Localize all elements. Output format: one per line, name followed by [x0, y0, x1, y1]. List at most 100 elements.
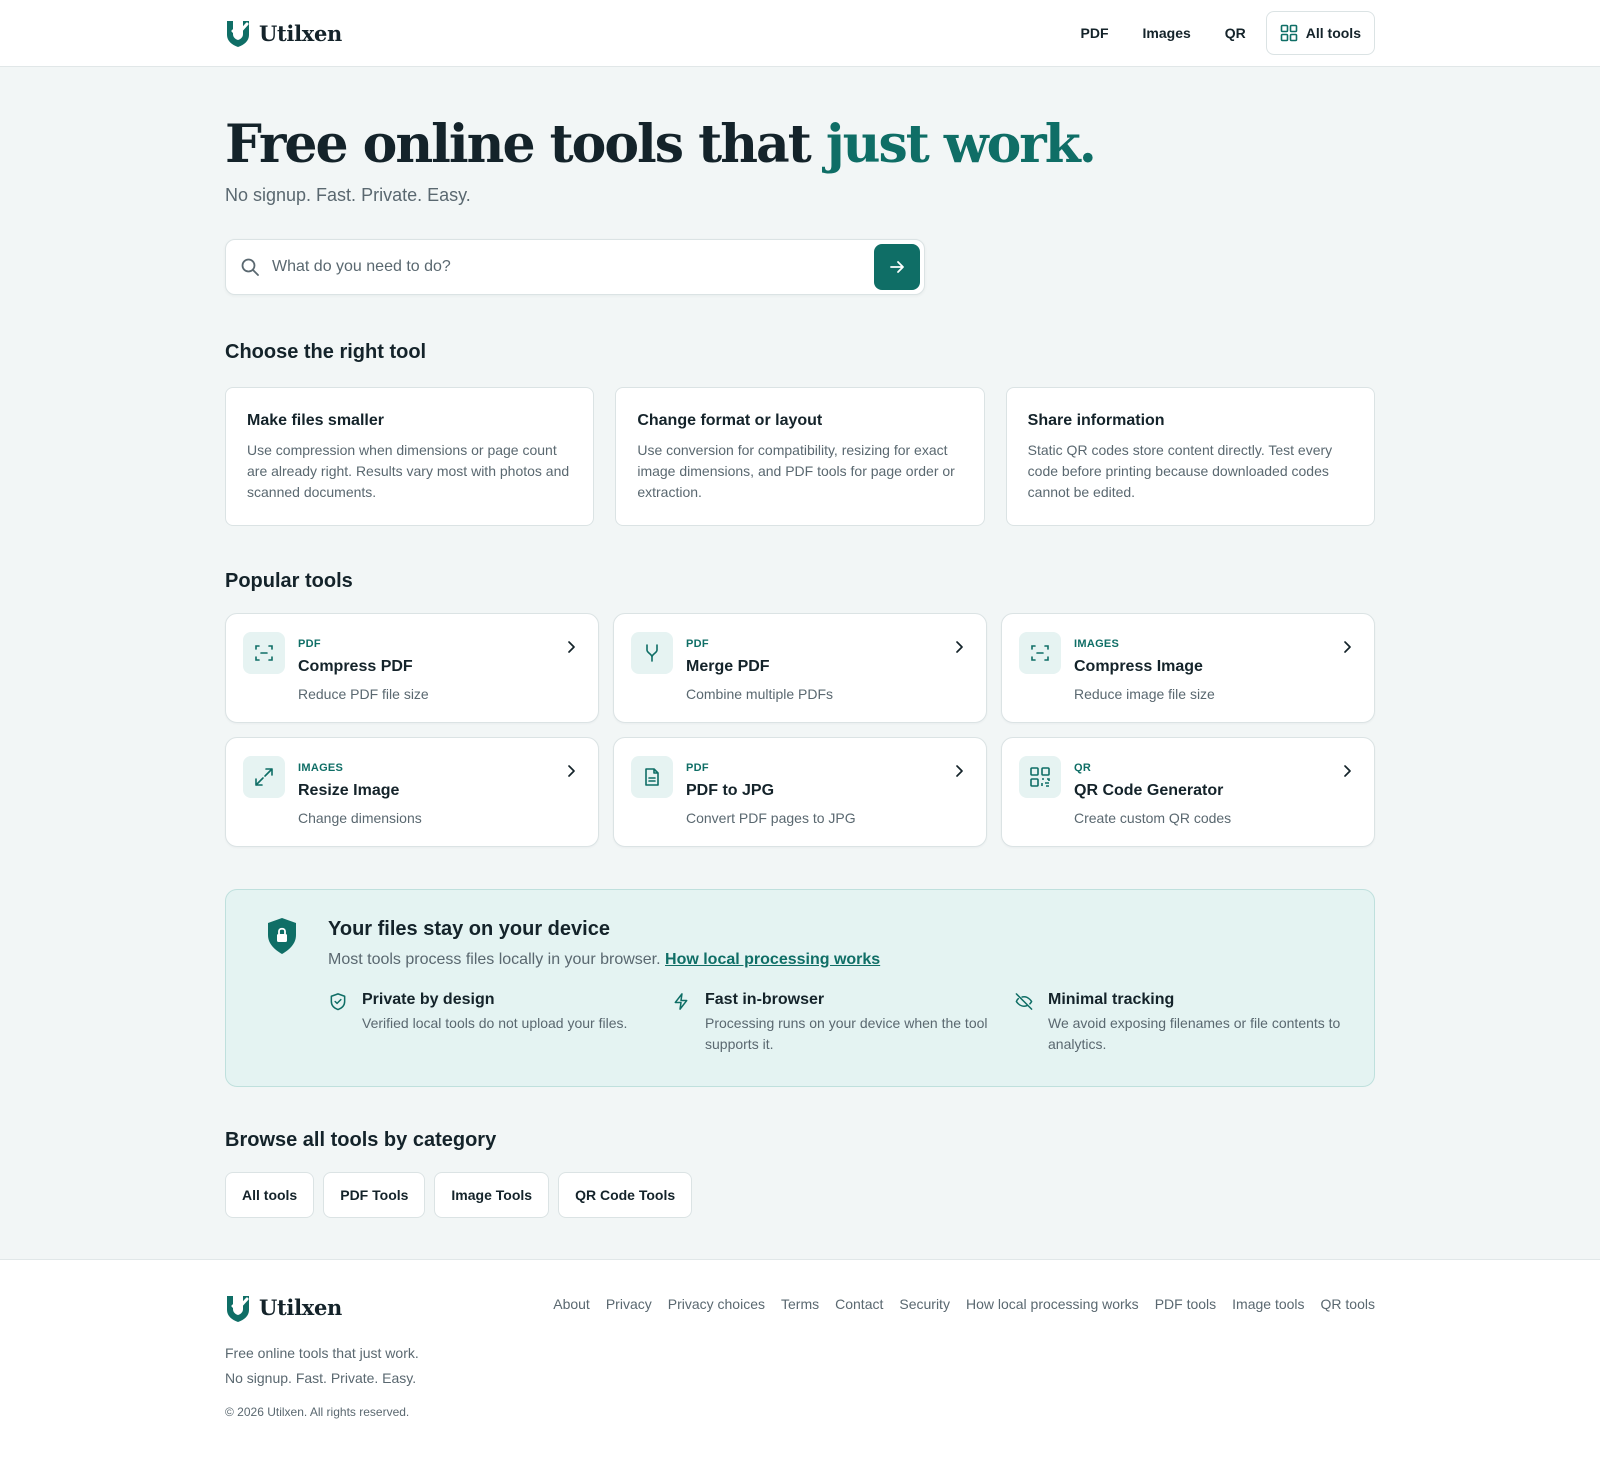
choose-card: Change format or layout Use conversion f…: [615, 386, 985, 526]
search-submit-button[interactable]: [874, 243, 920, 290]
footer-links: About Privacy Privacy choices Terms Cont…: [553, 1296, 1375, 1419]
choose-card: Make files smaller Use compression when …: [225, 386, 595, 526]
hero-title-accent: just work.: [825, 114, 1097, 175]
tool-card-resize-image[interactable]: IMAGES Resize Image Change dimensions: [225, 736, 599, 847]
chevron-right-icon: [568, 764, 575, 777]
grid-icon: [1280, 24, 1298, 42]
category-all-tools[interactable]: All tools: [225, 1171, 315, 1218]
choose-card-text: Static QR codes store content directly. …: [1027, 441, 1333, 500]
tool-name: Resize Image: [298, 781, 400, 799]
privacy-desc-text: Most tools process files locally in your…: [328, 950, 666, 968]
logo-icon: [227, 21, 249, 47]
logo[interactable]: Utilxen: [225, 18, 342, 48]
tool-category: PDF: [686, 761, 709, 774]
footer-tagline-1: Free online tools that just work.: [225, 1344, 419, 1361]
tool-desc: Convert PDF pages to JPG: [686, 809, 856, 826]
logo-icon: [227, 1295, 249, 1322]
footer-link-image-tools[interactable]: Image tools: [1232, 1296, 1304, 1419]
hero-title: Free online tools that just work.: [225, 115, 1375, 175]
local-processing-link[interactable]: How local processing works: [665, 951, 880, 968]
copyright: © 2026 Utilxen. All rights reserved.: [225, 1404, 410, 1419]
merge-icon: [631, 631, 673, 674]
search-input[interactable]: [260, 257, 874, 276]
shield-check-icon: [330, 992, 346, 1011]
choose-card-title: Make files smaller: [247, 411, 384, 429]
nav-qr[interactable]: QR: [1211, 15, 1260, 51]
tool-name: Merge PDF: [686, 657, 770, 675]
resize-icon: [243, 755, 285, 798]
footer-logo[interactable]: Utilxen: [225, 1293, 419, 1323]
site-header: Utilxen PDF Images QR All tools: [0, 0, 1600, 67]
footer-link-local-processing[interactable]: How local processing works: [966, 1296, 1139, 1419]
tool-desc: Create custom QR codes: [1074, 809, 1232, 826]
hero-title-main: Free online tools that: [225, 114, 826, 175]
shield-lock-icon: [268, 917, 296, 954]
eye-off-icon: [1015, 992, 1033, 1010]
logo-text: Utilxen: [259, 1295, 343, 1321]
footer-link-pdf-tools[interactable]: PDF tools: [1155, 1296, 1216, 1419]
privacy-panel: Your files stay on your device Most tool…: [225, 888, 1375, 1087]
footer-link-contact[interactable]: Contact: [835, 1296, 883, 1419]
feature-title: Fast in-browser: [705, 990, 825, 1008]
feature-title: Private by design: [362, 990, 495, 1008]
chevron-right-icon: [568, 640, 575, 653]
footer-link-privacy[interactable]: Privacy: [606, 1296, 652, 1419]
tool-name: Compress PDF: [298, 657, 413, 675]
search-bar: [225, 238, 925, 295]
tool-desc: Change dimensions: [298, 809, 422, 826]
hero: Free online tools that just work. No sig…: [225, 67, 1375, 295]
popular-heading: Popular tools: [225, 569, 353, 592]
lightning-icon: [674, 992, 688, 1010]
feature-text: Verified local tools do not upload your …: [362, 1014, 628, 1031]
tool-name: Compress Image: [1074, 657, 1203, 675]
category-buttons: All tools PDF Tools Image Tools QR Code …: [225, 1171, 1375, 1218]
footer-link-terms[interactable]: Terms: [781, 1296, 819, 1419]
main-content: Free online tools that just work. No sig…: [225, 67, 1375, 1218]
footer-link-security[interactable]: Security: [899, 1296, 950, 1419]
chevron-right-icon: [956, 764, 963, 777]
privacy-desc: Most tools process files locally in your…: [328, 951, 1357, 969]
site-footer: Utilxen Free online tools that just work…: [0, 1258, 1600, 1470]
arrow-right-icon: [890, 260, 904, 273]
feature-item: Fast in-browser Processing runs on your …: [671, 991, 1014, 1055]
tool-card-compress-image[interactable]: IMAGES Compress Image Reduce image file …: [1001, 612, 1375, 723]
tool-desc: Reduce image file size: [1074, 685, 1215, 702]
all-tools-label: All tools: [1305, 25, 1361, 41]
feature-item: Private by design Verified local tools d…: [328, 991, 671, 1055]
tool-category: IMAGES: [1074, 637, 1120, 650]
nav-images[interactable]: Images: [1129, 15, 1205, 51]
compress-icon: [1019, 631, 1061, 674]
category-qr-tools[interactable]: QR Code Tools: [558, 1171, 693, 1218]
qr-icon: [1019, 755, 1061, 798]
tool-category: PDF: [686, 637, 709, 650]
choose-cards: Make files smaller Use compression when …: [225, 386, 1375, 526]
footer-link-qr-tools[interactable]: QR tools: [1321, 1296, 1375, 1419]
category-pdf-tools[interactable]: PDF Tools: [323, 1171, 426, 1218]
category-image-tools[interactable]: Image Tools: [434, 1171, 550, 1218]
tool-name: QR Code Generator: [1074, 781, 1224, 799]
tool-category: QR: [1074, 761, 1092, 774]
footer-tagline-2: No signup. Fast. Private. Easy.: [225, 1369, 417, 1386]
tool-card-qr-generator[interactable]: QR QR Code Generator Create custom QR co…: [1001, 736, 1375, 847]
choose-card-title: Change format or layout: [637, 411, 823, 429]
footer-link-privacy-choices[interactable]: Privacy choices: [668, 1296, 765, 1419]
tool-desc: Reduce PDF file size: [298, 685, 429, 702]
feature-text: We avoid exposing filenames or file cont…: [1048, 1014, 1341, 1052]
search-icon: [241, 258, 259, 276]
nav-pdf[interactable]: PDF: [1067, 15, 1123, 51]
feature-title: Minimal tracking: [1048, 990, 1175, 1008]
chevron-right-icon: [1344, 764, 1351, 777]
logo-text: Utilxen: [259, 20, 343, 46]
tool-card-compress-pdf[interactable]: PDF Compress PDF Reduce PDF file size: [225, 612, 599, 723]
privacy-features: Private by design Verified local tools d…: [328, 991, 1357, 1055]
footer-link-about[interactable]: About: [553, 1296, 590, 1419]
choose-card-text: Use conversion for compatibility, resizi…: [637, 441, 955, 500]
hero-subtitle: No signup. Fast. Private. Easy.: [225, 184, 471, 205]
tool-card-pdf-to-jpg[interactable]: PDF PDF to JPG Convert PDF pages to JPG: [613, 736, 987, 847]
tool-card-merge-pdf[interactable]: PDF Merge PDF Combine multiple PDFs: [613, 612, 987, 723]
chevron-right-icon: [1344, 640, 1351, 653]
all-tools-button[interactable]: All tools: [1265, 11, 1375, 55]
privacy-title: Your files stay on your device: [328, 917, 610, 940]
tool-desc: Combine multiple PDFs: [686, 685, 834, 702]
tool-category: PDF: [298, 637, 321, 650]
